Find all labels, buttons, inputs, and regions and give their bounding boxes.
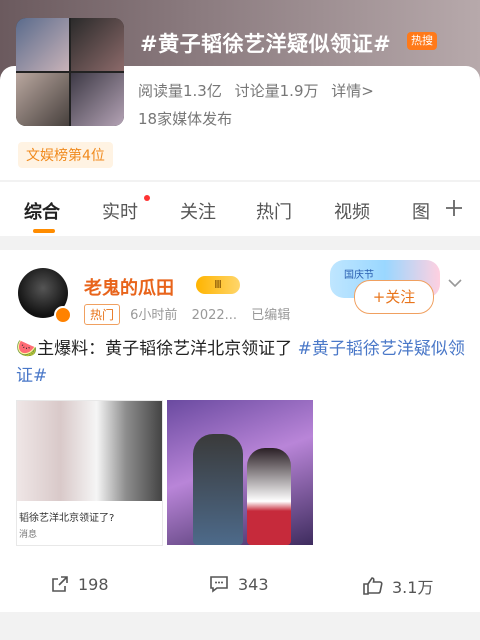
tab-all[interactable]: 综合 [24,198,60,224]
tab-realtime[interactable]: 实时 [102,198,138,224]
hot-search-badge: 热搜 [407,32,437,50]
read-count: 阅读量1.3亿 [138,82,222,100]
topic-thumbnail[interactable] [16,18,124,126]
chevron-down-icon[interactable] [446,274,464,292]
topic-stats: 阅读量1.3亿 讨论量1.9万 详情> [138,80,382,101]
holiday-decoration-label: 国庆节 [344,270,374,281]
hot-tag: 热门 [84,304,121,325]
post-image-1[interactable]: 韬徐艺洋北京领证了? 消息 [16,400,163,546]
post-meta: 热门 6小时前 2022... 已编辑 [84,304,300,325]
repost-button[interactable]: 198 [50,574,109,594]
tab-video[interactable]: 视频 [334,198,370,224]
topic-title: #黄子韬徐艺洋疑似领证# [140,32,392,56]
post-image-2[interactable] [167,400,313,545]
rank-badge[interactable]: 文娱榜第4位 [18,142,113,168]
discussion-count: 讨论量1.9万 [234,82,319,100]
tab-pictures[interactable]: 图 [412,198,430,224]
add-tab-icon[interactable] [444,198,464,218]
like-count: 3.1万 [392,578,434,597]
post-card[interactable]: 老鬼的瓜田 Ⅲ 热门 6小时前 2022... 已编辑 国庆节 +关注 🍉主爆料… [0,250,480,612]
post-time: 6小时前 [130,308,178,323]
post-text-body: 🍉主爆料：黄子韬徐艺洋北京领证了 [16,339,298,359]
follow-area: 国庆节 +关注 [330,260,446,314]
tab-popular[interactable]: 热门 [256,198,292,224]
post-text: 🍉主爆料：黄子韬徐艺洋北京领证了 #黄子韬徐艺洋疑似领证# [16,336,466,390]
member-level-badge: Ⅲ [196,276,240,294]
comment-button[interactable]: 343 [208,574,269,594]
topic-header: #黄子韬徐艺洋疑似领证# 热搜 阅读量1.3亿 讨论量1.9万 详情> 18家媒… [0,0,480,180]
feed-divider [0,612,480,640]
active-tab-indicator [33,229,55,233]
action-bar: 198 343 3.1万 [0,566,480,606]
post-date: 2022... [191,308,238,323]
repost-count: 198 [78,574,109,594]
photo-people [17,401,162,501]
image-caption: 韬徐艺洋北京领证了? [19,513,115,524]
comment-count: 343 [238,574,269,594]
image-source: 消息 [19,530,38,540]
media-count: 18家媒体发布 [138,110,233,128]
tab-following[interactable]: 关注 [180,198,216,224]
photo-figure-woman [247,448,291,545]
comment-icon [210,576,228,593]
share-icon [52,576,68,592]
verified-badge-icon [54,306,72,324]
edited-label: 已编辑 [251,308,291,323]
tab-bar: 综合 实时 关注 热门 视频 图 [0,182,480,236]
like-button[interactable]: 3.1万 [362,574,433,598]
follow-button[interactable]: +关注 [354,280,434,314]
thumbs-up-icon [363,577,383,595]
new-content-dot [144,195,150,201]
photo-figure-man [193,434,243,545]
author-name[interactable]: 老鬼的瓜田 [84,274,174,300]
details-link[interactable]: 详情> [331,82,374,100]
